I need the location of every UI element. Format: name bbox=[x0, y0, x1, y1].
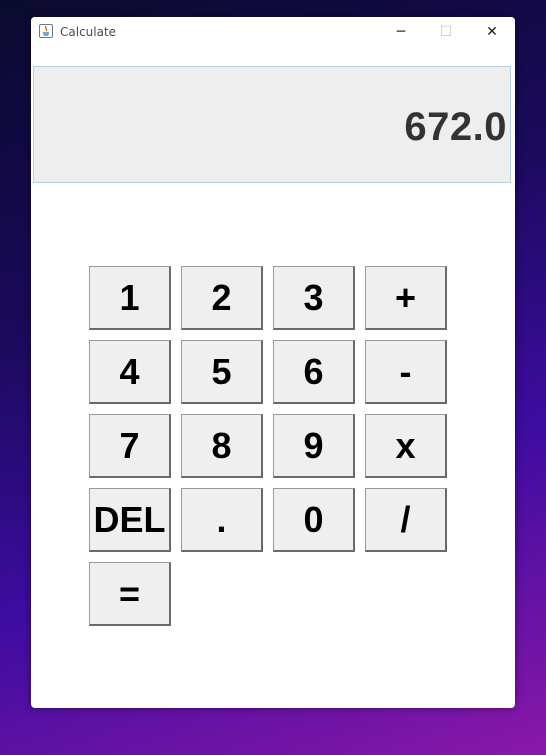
key-1[interactable]: 1 bbox=[89, 266, 171, 330]
display-value: 672.0 bbox=[404, 105, 507, 149]
key-plus[interactable]: + bbox=[365, 266, 447, 330]
key-delete[interactable]: DEL bbox=[89, 488, 171, 552]
key-multiply[interactable]: x bbox=[365, 414, 447, 478]
key-0[interactable]: 0 bbox=[273, 488, 355, 552]
result-display: 672.0 bbox=[33, 66, 511, 183]
minimize-button[interactable]: ─ bbox=[389, 21, 413, 43]
key-5[interactable]: 5 bbox=[181, 340, 263, 404]
key-decimal[interactable]: . bbox=[181, 488, 263, 552]
maximize-button[interactable]: ☐ bbox=[434, 21, 458, 43]
key-equals[interactable]: = bbox=[89, 562, 171, 626]
java-app-icon bbox=[39, 24, 53, 38]
key-7[interactable]: 7 bbox=[89, 414, 171, 478]
key-8[interactable]: 8 bbox=[181, 414, 263, 478]
key-2[interactable]: 2 bbox=[181, 266, 263, 330]
key-6[interactable]: 6 bbox=[273, 340, 355, 404]
title-bar[interactable]: Calculate ─ ☐ ✕ bbox=[31, 17, 515, 47]
keypad: 1 2 3 + 4 5 6 - 7 8 9 x DEL . 0 / = bbox=[89, 266, 449, 626]
key-minus[interactable]: - bbox=[365, 340, 447, 404]
calculator-window: Calculate ─ ☐ ✕ 672.0 1 2 3 + 4 5 6 - 7 … bbox=[31, 17, 515, 708]
key-divide[interactable]: / bbox=[365, 488, 447, 552]
close-button[interactable]: ✕ bbox=[480, 21, 504, 43]
window-title: Calculate bbox=[60, 25, 117, 39]
key-4[interactable]: 4 bbox=[89, 340, 171, 404]
key-9[interactable]: 9 bbox=[273, 414, 355, 478]
key-3[interactable]: 3 bbox=[273, 266, 355, 330]
